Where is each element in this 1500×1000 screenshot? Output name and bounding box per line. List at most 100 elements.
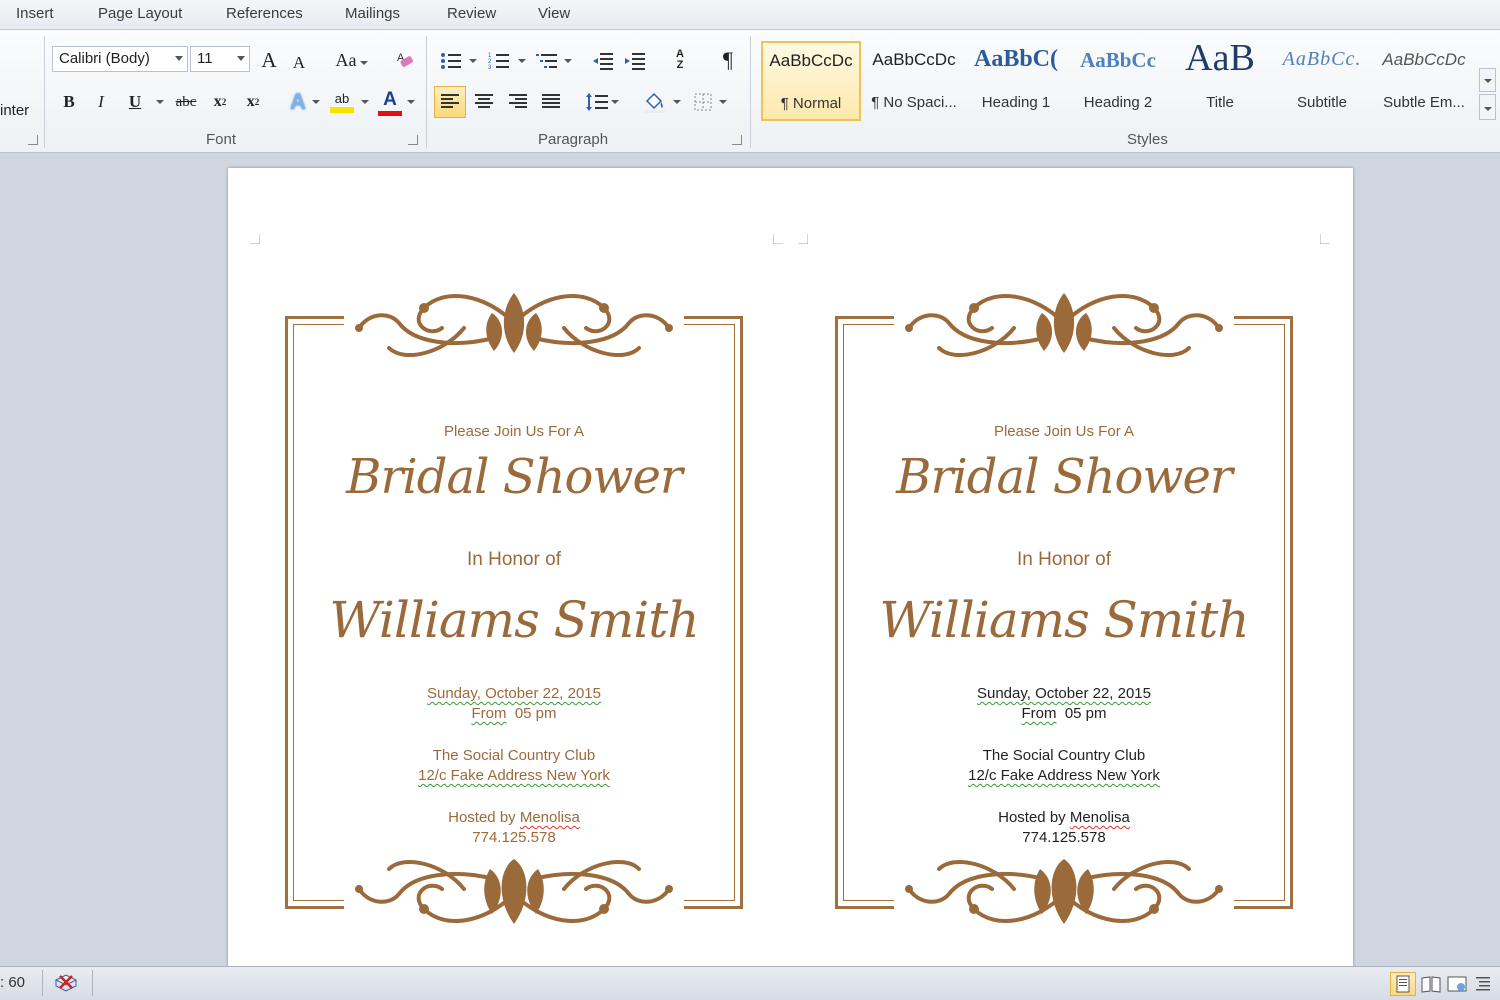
tab-mailings[interactable]: Mailings [345,5,400,22]
invite-time-line: From 05 pm [838,705,1290,722]
style-subtle-emphasis[interactable]: AaBbCcDc Subtle Em... [1374,41,1474,121]
align-right-icon [509,94,527,108]
style-name: Heading 1 [981,94,1051,111]
paragraph-dialog-launcher[interactable] [732,135,742,145]
outdent-icon [593,53,613,70]
tab-page-layout[interactable]: Page Layout [98,5,182,22]
justify-icon [542,94,560,108]
style-name: Subtitle [1296,94,1348,111]
invite-from-word: From [471,705,507,722]
grow-font-button[interactable]: A [257,48,281,72]
invite-address-text: 12/c Fake Address New York [418,767,610,784]
tab-references[interactable]: References [226,5,303,22]
shading-button[interactable] [641,88,669,116]
sort-button[interactable]: A Z [666,46,694,74]
invite-from-word: From [1021,705,1057,722]
status-separator [42,970,43,996]
style-heading-2[interactable]: AaBbCc Heading 2 [1068,41,1168,121]
invite-time-line: From 05 pm [288,705,740,722]
indent-icon [625,53,645,70]
shrink-font-button[interactable]: A [288,52,310,74]
group-separator [44,36,45,148]
invite-address-text: 12/c Fake Address New York [968,767,1160,784]
multilevel-list-button[interactable] [534,50,562,72]
increase-indent-button[interactable] [622,50,648,72]
align-center-button[interactable] [470,86,498,118]
style-normal[interactable]: AaBbCcDc ¶ Normal [761,41,861,121]
font-color-bar [378,110,402,116]
invite-hosted-line: Hosted by Menolisa [288,809,740,826]
outline-view-button[interactable] [1472,973,1494,995]
invite-intro: Please Join Us For A [443,423,585,440]
underline-button[interactable]: U [124,90,146,114]
font-dialog-launcher[interactable] [408,135,418,145]
margin-mark [773,234,783,244]
highlight-button[interactable]: ab [326,86,358,118]
numbering-button[interactable]: 123 [486,50,512,72]
subscript-button[interactable]: x2 [208,90,232,114]
style-sample: AaBbCc. [1282,48,1362,70]
style-sample: AaBbCcDc [769,51,853,70]
chevron-down-icon [611,100,619,104]
strikethrough-button[interactable]: abc [172,90,200,114]
decrease-indent-button[interactable] [590,50,616,72]
margin-mark [1320,234,1330,244]
invite-date-text: Sunday, October 22, 2015 [426,685,601,702]
web-layout-button[interactable] [1446,973,1468,995]
style-name: ¶ Normal [780,95,842,112]
clipboard-dialog-launcher[interactable] [28,135,38,145]
numbered-list-icon: 123 [488,53,509,71]
font-color-button[interactable]: A [375,86,405,118]
style-sample: AaBbCcDc [1382,50,1466,69]
align-right-button[interactable] [504,86,532,118]
bold-button[interactable]: B [58,90,80,114]
align-left-button[interactable] [434,86,466,118]
tab-insert[interactable]: Insert [16,5,54,22]
margin-mark [798,234,808,244]
invite-host: Menolisa [1069,809,1130,826]
invite-hosted-prefix: Hosted by [998,809,1066,826]
styles-scroll-down[interactable] [1479,68,1496,92]
borders-button[interactable] [689,88,717,116]
chevron-down-icon [312,100,320,104]
invite-intro: Please Join Us For A [993,423,1135,440]
styles-more-button[interactable] [1479,94,1496,120]
invite-date: Sunday, October 22, 2015 [288,685,740,702]
justify-button[interactable] [537,86,565,118]
tab-review[interactable]: Review [447,5,496,22]
print-layout-view-button[interactable] [1390,972,1416,996]
full-screen-reading-button[interactable] [1420,973,1442,995]
invitation-card-right: Please Join Us For A Bridal Shower In Ho… [835,283,1293,934]
proofing-status-icon[interactable] [54,972,78,994]
flourish-ornament-icon [344,283,684,373]
font-size-select[interactable]: 11 [190,46,250,72]
clear-formatting-button[interactable]: A [391,46,419,74]
style-subtitle[interactable]: AaBbCc. Subtitle [1272,41,1372,121]
style-name: ¶ No Spaci... [871,94,957,111]
tab-view[interactable]: View [538,5,570,22]
show-formatting-marks-button[interactable]: ¶ [716,46,740,74]
superscript-button[interactable]: x2 [241,90,265,114]
style-title[interactable]: AaB Title [1170,37,1270,121]
italic-button[interactable]: I [90,90,112,114]
word-count[interactable]: : 60 [0,974,25,991]
styles-group-label: Styles [1127,131,1168,148]
bullets-button[interactable] [438,50,464,72]
format-painter-button[interactable]: inter [0,102,29,119]
web-page-icon [1447,976,1467,992]
line-spacing-button[interactable] [583,88,611,116]
invite-venue: The Social Country Club [432,747,596,764]
style-sample: AaBbCc [1080,48,1156,72]
style-sample: AaBbCcDc [872,50,956,69]
flourish-ornament-icon [894,283,1234,373]
multilevel-list-icon [536,54,557,68]
font-family-select[interactable]: Calibri (Body) [52,46,188,72]
invite-hosted-line: Hosted by Menolisa [838,809,1290,826]
style-heading-1[interactable]: AaBbC( Heading 1 [966,41,1066,121]
text-effects-button[interactable]: A [284,88,312,116]
flourish-ornament-icon [894,844,1234,934]
style-no-spacing[interactable]: AaBbCcDc ¶ No Spaci... [864,41,964,121]
change-case-button[interactable]: Aa [333,48,359,72]
invite-address: 12/c Fake Address New York [288,767,740,784]
document-page[interactable]: Please Join Us For A Bridal Shower In Ho… [228,168,1353,968]
